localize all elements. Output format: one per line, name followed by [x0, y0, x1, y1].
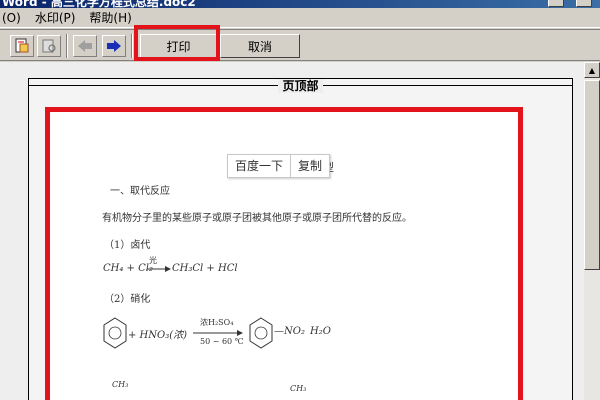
back-arrow-icon[interactable]: [73, 35, 97, 57]
formula-nitro-group: —NO₂: [274, 326, 305, 337]
formula-catalyst: 浓H₂SO₄: [200, 318, 234, 327]
scrollbar-thumb[interactable]: [584, 80, 600, 270]
formula-water: H₂O: [310, 326, 331, 337]
formula-nitric-acid: + HNO₃(浓): [128, 330, 188, 341]
formula-methyl-right: CH₃: [290, 384, 307, 393]
print-button-highlight: [134, 25, 220, 61]
formula-reactants: CH₄ + Cl₂: [103, 263, 153, 274]
reaction-arrow-icon: [147, 266, 171, 272]
toolbar-separator: [131, 34, 133, 58]
formula-temperature: 50 ~ 60 ℃: [200, 337, 244, 346]
search-baidu-button[interactable]: 百度一下: [228, 155, 290, 177]
menu-item-help[interactable]: 帮助(H): [89, 9, 131, 26]
copy-button[interactable]: 复制: [290, 155, 329, 177]
formula-methyl-left: CH₃: [112, 380, 129, 389]
menu-bar: (O) 水印(P) 帮助(H): [0, 8, 600, 28]
vertical-scrollbar[interactable]: ▲: [584, 62, 600, 400]
scroll-up-arrow-icon[interactable]: ▲: [584, 62, 600, 78]
document-view[interactable]: 页顶部 型 百度一下 复制 一、取代反应 有机物分子里的某些原子或原子团被其他原…: [0, 62, 584, 400]
benzene-ring-icon: [103, 317, 127, 349]
nitrobenzene-ring-icon: [249, 317, 273, 349]
doc-line-nitration: （2）硝化: [104, 294, 151, 305]
doc-line-definition: 有机物分子里的某些原子或原子团被其他原子或原子团所代替的反应。: [102, 213, 412, 224]
context-menu: 百度一下 复制: [227, 154, 331, 178]
cancel-button[interactable]: 取消: [220, 34, 300, 58]
title-bar: Word - 高三化学方程式总结.doc2: [0, 0, 600, 8]
preview-icon[interactable]: [37, 35, 61, 57]
close-button[interactable]: [576, 0, 592, 7]
page-setup-icon[interactable]: [10, 35, 34, 57]
page-header-label: 页顶部: [278, 79, 323, 93]
doc-line-halogenation: （1）卤代: [104, 240, 151, 251]
page-content: 型 百度一下 复制 一、取代反应 有机物分子里的某些原子或原子团被其他原子或原子…: [50, 112, 518, 400]
toolbar-separator: [66, 34, 68, 58]
formula-products: CH₃Cl + HCl: [172, 263, 238, 274]
reaction-arrow-icon: [193, 330, 243, 336]
doc-line-heading: 一、取代反应: [110, 186, 170, 197]
toolbar: 打印 取消: [0, 29, 600, 61]
page-content-highlight: 型 百度一下 复制 一、取代反应 有机物分子里的某些原子或原子团被其他原子或原子…: [45, 107, 523, 400]
forward-arrow-icon[interactable]: [102, 35, 126, 57]
menu-item-watermark[interactable]: 水印(P): [35, 9, 76, 26]
window-title: Word - 高三化学方程式总结.doc2: [2, 0, 196, 8]
menu-item-o[interactable]: (O): [2, 11, 21, 25]
maximize-button[interactable]: [548, 0, 564, 7]
